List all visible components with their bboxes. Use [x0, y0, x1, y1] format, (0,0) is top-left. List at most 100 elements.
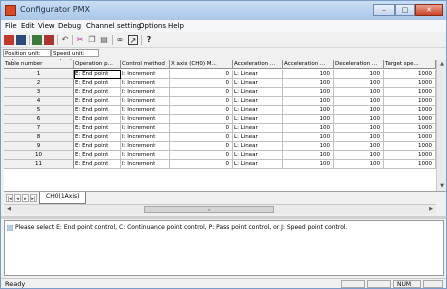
row-header[interactable]: 1	[4, 70, 74, 79]
scroll-left-icon[interactable]: ◀	[4, 205, 14, 214]
table-cell[interactable]: 100	[283, 124, 334, 133]
table-cell[interactable]: 0	[170, 88, 233, 97]
scroll-right-icon[interactable]: ▶	[426, 205, 436, 214]
column-header[interactable]: Table number	[4, 60, 74, 69]
table-cell[interactable]: 1000	[384, 151, 436, 160]
table-cell[interactable]: E: End point	[74, 88, 121, 97]
table-cell[interactable]: 100	[283, 70, 334, 79]
table-cell[interactable]: 1000	[384, 115, 436, 124]
table-cell[interactable]: 1000	[384, 133, 436, 142]
menu-file[interactable]: File	[5, 22, 17, 30]
new-icon[interactable]	[4, 35, 14, 45]
graph-icon[interactable]: ↗	[128, 35, 138, 45]
table-cell[interactable]: 0	[170, 106, 233, 115]
table-cell[interactable]: 0	[170, 124, 233, 133]
cut-icon[interactable]: ✂	[75, 35, 85, 45]
horizontal-scroll-thumb[interactable]: ≡	[144, 206, 274, 213]
row-header[interactable]: 10	[4, 151, 74, 160]
table-cell[interactable]: 100	[334, 115, 384, 124]
table-cell[interactable]: 100	[283, 106, 334, 115]
table-cell[interactable]: I: Increment	[121, 133, 170, 142]
next-sheet-button[interactable]: ▸	[22, 194, 29, 202]
download-icon[interactable]	[44, 35, 54, 45]
table-cell[interactable]: I: Increment	[121, 88, 170, 97]
row-header[interactable]: 5	[4, 106, 74, 115]
table-cell[interactable]: I: Increment	[121, 106, 170, 115]
copy-icon[interactable]: ❐	[87, 35, 97, 45]
pane-splitter[interactable]	[1, 216, 446, 219]
table-cell[interactable]: 100	[334, 97, 384, 106]
table-cell[interactable]: 1000	[384, 106, 436, 115]
table-cell[interactable]: 0	[170, 151, 233, 160]
row-header[interactable]: 4	[4, 97, 74, 106]
column-header[interactable]: Acceleration ...	[283, 60, 334, 69]
column-header[interactable]: X axis (CH0) M...	[170, 60, 233, 69]
minimize-button[interactable]: –	[373, 4, 395, 16]
table-cell[interactable]: L: Linear	[233, 124, 283, 133]
table-cell[interactable]: 100	[334, 106, 384, 115]
undo-icon[interactable]: ↶	[60, 35, 70, 45]
table-cell[interactable]: 0	[170, 70, 233, 79]
menu-edit[interactable]: Edit	[21, 22, 35, 30]
table-cell[interactable]: E: End point	[74, 70, 121, 79]
table-cell[interactable]: E: End point	[74, 124, 121, 133]
row-header[interactable]: 6	[4, 115, 74, 124]
table-cell[interactable]: E: End point	[74, 97, 121, 106]
table-cell[interactable]: 0	[170, 79, 233, 88]
table-cell[interactable]: 100	[283, 88, 334, 97]
table-cell[interactable]: 1000	[384, 97, 436, 106]
table-cell[interactable]: E: End point	[74, 106, 121, 115]
table-cell[interactable]: L: Linear	[233, 106, 283, 115]
table-cell[interactable]: 100	[334, 79, 384, 88]
row-header[interactable]: 11	[4, 160, 74, 169]
prev-sheet-button[interactable]: ◂	[14, 194, 21, 202]
first-sheet-button[interactable]: |◂	[6, 194, 13, 202]
table-cell[interactable]: L: Linear	[233, 70, 283, 79]
maximize-button[interactable]: □	[395, 4, 415, 16]
column-header[interactable]: Acceleration ...	[233, 60, 283, 69]
table-cell[interactable]: 100	[334, 142, 384, 151]
table-cell[interactable]: I: Increment	[121, 142, 170, 151]
save-icon[interactable]	[16, 35, 26, 45]
column-header[interactable]: Operation p...	[74, 60, 121, 69]
scroll-down-icon[interactable]: ▼	[437, 182, 446, 191]
table-cell[interactable]: 100	[283, 97, 334, 106]
table-cell[interactable]: 0	[170, 115, 233, 124]
table-cell[interactable]: L: Linear	[233, 133, 283, 142]
table-cell[interactable]: 1000	[384, 160, 436, 169]
table-cell[interactable]: 0	[170, 133, 233, 142]
point-table-grid[interactable]: Table number Operation p... Control method…	[4, 60, 436, 191]
table-cell[interactable]: 100	[334, 133, 384, 142]
table-cell[interactable]: 100	[283, 160, 334, 169]
table-cell[interactable]: 0	[170, 97, 233, 106]
table-cell[interactable]: E: End point	[74, 79, 121, 88]
table-cell[interactable]: E: End point	[74, 142, 121, 151]
column-header[interactable]: Target spe...	[384, 60, 436, 69]
menu-help[interactable]: Help	[168, 22, 184, 30]
table-cell[interactable]: L: Linear	[233, 79, 283, 88]
table-cell[interactable]: I: Increment	[121, 115, 170, 124]
table-cell[interactable]: I: Increment	[121, 79, 170, 88]
table-cell[interactable]: 1000	[384, 70, 436, 79]
table-cell[interactable]: 100	[334, 151, 384, 160]
close-button[interactable]: ✕	[415, 4, 443, 16]
vertical-scrollbar[interactable]: ▲ ▼	[436, 60, 446, 191]
table-cell[interactable]: 100	[283, 133, 334, 142]
table-cell[interactable]: I: Increment	[121, 124, 170, 133]
row-header[interactable]: 2	[4, 79, 74, 88]
table-cell[interactable]: L: Linear	[233, 142, 283, 151]
row-header[interactable]: 7	[4, 124, 74, 133]
table-cell[interactable]: 100	[334, 70, 384, 79]
binoculars-icon[interactable]: ∞	[115, 35, 125, 45]
row-header[interactable]: 8	[4, 133, 74, 142]
table-cell[interactable]: 100	[283, 79, 334, 88]
last-sheet-button[interactable]: ▸|	[30, 194, 37, 202]
table-cell[interactable]: L: Linear	[233, 115, 283, 124]
menu-debug[interactable]: Debug	[58, 22, 81, 30]
title-bar[interactable]: Configurator PMX – □ ✕	[1, 1, 446, 20]
table-cell[interactable]: 0	[170, 142, 233, 151]
menu-channel-setting[interactable]: Channel setting	[86, 22, 141, 30]
scroll-up-icon[interactable]: ▲	[437, 60, 446, 69]
horizontal-scrollbar[interactable]: ◀ ≡ ▶	[4, 204, 436, 214]
table-cell[interactable]: I: Increment	[121, 151, 170, 160]
